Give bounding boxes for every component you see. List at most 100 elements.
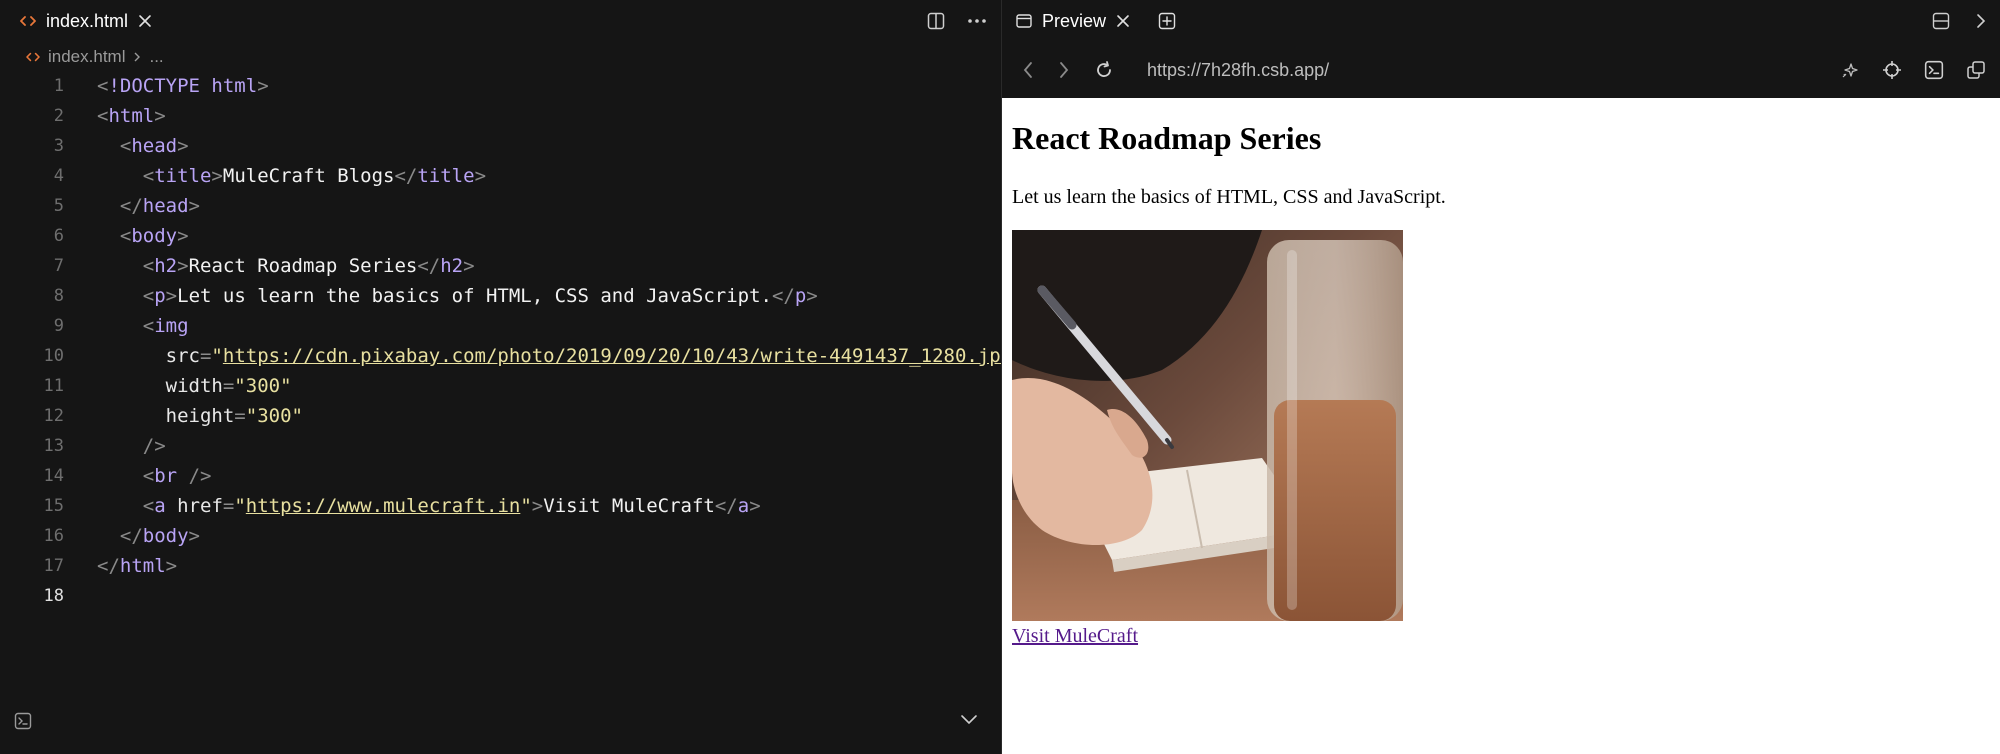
tag-name: p	[154, 285, 166, 307]
line-number: 10	[43, 346, 64, 366]
line-number: 1	[53, 76, 64, 96]
page-paragraph: Let us learn the basics of HTML, CSS and…	[1012, 186, 1446, 208]
address-bar: https://7h28fh.csb.app/	[1002, 48, 2000, 92]
a-text: Visit MuleCraft	[543, 495, 715, 517]
line-number: 15	[43, 496, 64, 516]
line-number: 9	[53, 316, 64, 336]
attr-name: src	[165, 345, 200, 367]
crosshair-icon[interactable]	[1882, 60, 1902, 80]
tag-name: body	[131, 225, 178, 247]
code-line: 5 </head>	[0, 191, 1001, 221]
code-line: 17 </html>	[0, 551, 1001, 581]
panel-icon[interactable]	[1932, 12, 1950, 30]
breadcrumb-file[interactable]: index.html	[48, 47, 125, 67]
breadcrumb-rest[interactable]: ...	[149, 47, 163, 67]
line-number: 17	[43, 556, 64, 576]
href-url[interactable]: https://www.mulecraft.in	[246, 495, 521, 517]
tab-preview[interactable]: Preview	[1016, 0, 1176, 42]
writing-photo	[1012, 230, 1403, 621]
code-line: 11 width="300"	[0, 371, 1001, 401]
popout-icon[interactable]	[1966, 60, 1986, 80]
navigation-controls	[1022, 48, 1114, 92]
src-url[interactable]: https://cdn.pixabay.com/photo/2019/09/20…	[223, 345, 1012, 367]
reload-icon[interactable]	[1094, 60, 1114, 80]
code-line: 14 <br />	[0, 461, 1001, 491]
tag-name: html	[119, 555, 166, 577]
code-line: 18	[0, 581, 1001, 611]
chevron-right-icon[interactable]	[1976, 13, 1986, 29]
line-number: 3	[53, 136, 64, 156]
page-heading: React Roadmap Series	[1012, 120, 1322, 156]
tag-name: a	[154, 495, 166, 517]
line-number-current: 18	[43, 586, 64, 606]
code-file-icon	[20, 14, 36, 28]
tag-name: a	[737, 495, 750, 517]
tag-name: p	[794, 285, 807, 307]
back-icon[interactable]	[1022, 61, 1034, 79]
tab-label: Preview	[1042, 10, 1107, 31]
tag-name: br	[154, 465, 178, 487]
line-number: 16	[43, 526, 64, 546]
tag-name: img	[154, 315, 189, 337]
code-line: 3 <head>	[0, 131, 1001, 161]
tag-name: title	[417, 165, 475, 187]
preview-tab-bar: Preview	[1002, 0, 2000, 42]
line-number: 2	[53, 106, 64, 126]
tag-name: body	[142, 525, 189, 547]
rendered-page: React Roadmap Series Let us learn the ba…	[1002, 98, 2000, 754]
tag-name: title	[154, 165, 212, 187]
terminal-icon[interactable]	[14, 712, 32, 730]
line-number: 14	[43, 466, 64, 486]
editor-actions	[927, 0, 987, 42]
line-number: 12	[43, 406, 64, 426]
breadcrumb: index.html ...	[26, 46, 164, 68]
preview-pane: Preview https://7h28fh.csb.app/ React Ro…	[1002, 0, 2000, 754]
tag-name: h2	[440, 255, 464, 277]
tag-name: head	[142, 195, 189, 217]
sparkle-icon[interactable]	[1840, 60, 1860, 80]
editor-tab-bar: index.html	[0, 0, 1001, 42]
code-line: 16 </body>	[0, 521, 1001, 551]
doctype-keyword: !DOCTYPE	[108, 75, 200, 97]
tab-index-html[interactable]: index.html	[8, 0, 164, 42]
visit-mulecraft-link[interactable]: Visit MuleCraft	[1012, 625, 1138, 648]
close-icon[interactable]	[1116, 14, 1130, 28]
chevron-down-icon[interactable]	[960, 712, 978, 726]
split-editor-icon[interactable]	[927, 12, 945, 30]
code-line: 10 src="https://cdn.pixabay.com/photo/20…	[0, 341, 1024, 371]
line-number: 8	[53, 286, 64, 306]
code-line: 1 <!DOCTYPE html>	[0, 71, 1001, 101]
preview-window-actions	[1932, 0, 1986, 42]
attr-name: href	[177, 495, 223, 517]
url-field[interactable]: https://7h28fh.csb.app/	[1147, 48, 1329, 92]
tag-name: h2	[154, 255, 178, 277]
width-value: 300	[245, 375, 281, 397]
line-number: 6	[53, 226, 64, 246]
code-line: 2 <html>	[0, 101, 1001, 131]
code-line: 7 <h2>React Roadmap Series</h2>	[0, 251, 1001, 281]
console-icon[interactable]	[1924, 60, 1944, 80]
more-icon[interactable]	[967, 18, 987, 24]
doctype-value: html	[211, 75, 258, 97]
code-line: 13 />	[0, 431, 1001, 461]
code-line: 4 <title>MuleCraft Blogs</title>	[0, 161, 1001, 191]
preview-tools	[1840, 48, 1986, 92]
close-icon[interactable]	[138, 14, 152, 28]
forward-icon[interactable]	[1058, 61, 1070, 79]
code-line: 8 <p>Let us learn the basics of HTML, CS…	[0, 281, 1001, 311]
line-number: 7	[53, 256, 64, 276]
code-lines[interactable]: 1 <!DOCTYPE html> 2 <html> 3 <head> 4 <tit…	[0, 71, 1024, 611]
tag-name: html	[108, 105, 155, 127]
h2-text: React Roadmap Series	[188, 255, 418, 277]
p-text: Let us learn the basics of HTML, CSS and…	[177, 285, 772, 307]
new-tab-icon[interactable]	[1158, 12, 1176, 30]
title-text: MuleCraft Blogs	[222, 165, 395, 187]
line-number: 4	[53, 166, 64, 186]
browser-icon	[1016, 14, 1032, 28]
line-number: 13	[43, 436, 64, 456]
chevron-right-icon	[133, 51, 141, 63]
code-line: 9 <img	[0, 311, 1001, 341]
attr-name: height	[165, 405, 235, 427]
code-editor-pane: index.html index.html ... 1 <!DOCTYPE htm…	[0, 0, 1024, 754]
code-line: 12 height="300"	[0, 401, 1001, 431]
